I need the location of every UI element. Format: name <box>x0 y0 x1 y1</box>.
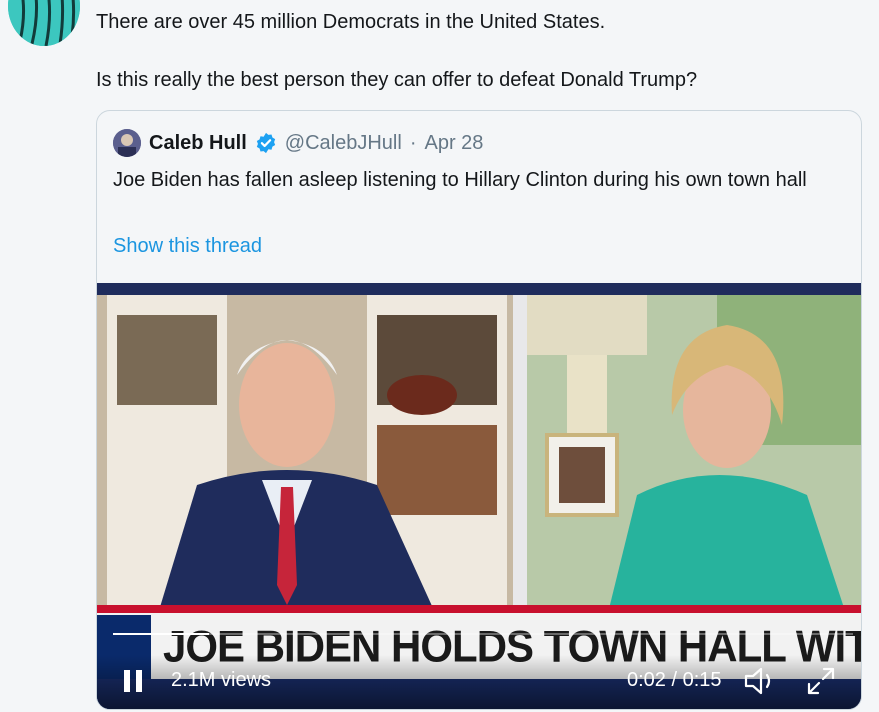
quoted-tweet-header: Caleb Hull @CalebJHull · Apr 28 <box>113 127 483 159</box>
duration: 0:15 <box>682 669 722 691</box>
pause-button[interactable] <box>119 667 147 695</box>
view-count: 2.1M views <box>171 669 272 691</box>
tweet-paragraph: There are over 45 million Democrats in t… <box>96 11 606 33</box>
tweet-paragraph: Is this really the best person they can … <box>96 69 698 91</box>
show-thread-link[interactable]: Show this thread <box>113 231 262 261</box>
verified-icon <box>255 132 277 154</box>
video-frame-left <box>97 295 513 617</box>
video-frame-right <box>527 295 861 617</box>
author-avatar[interactable] <box>8 0 80 46</box>
quoted-tweet-date[interactable]: Apr 28 <box>424 132 483 155</box>
video-progress-bar[interactable] <box>113 633 853 635</box>
fullscreen-button[interactable] <box>805 665 837 697</box>
volume-button[interactable] <box>743 665 779 697</box>
tweet-text: There are over 45 million Democrats in t… <box>96 8 856 95</box>
video-player[interactable]: JOE BIDEN HOLDS TOWN HALL WITH HILLARY C… <box>97 283 861 709</box>
fullscreen-icon <box>807 667 835 695</box>
quoted-tweet-text: Joe Biden has fallen asleep listening to… <box>113 169 807 191</box>
video-progress-fill <box>113 633 210 635</box>
quoted-author-name[interactable]: Caleb Hull <box>149 132 247 155</box>
video-time: 0:02 / 0:15 <box>627 669 722 692</box>
quoted-author-handle[interactable]: @CalebJHull <box>285 132 402 155</box>
pause-icon <box>124 670 142 692</box>
quoted-tweet-card[interactable]: Caleb Hull @CalebJHull · Apr 28 Joe Bide… <box>96 110 862 710</box>
volume-icon <box>744 667 771 695</box>
quoted-author-avatar[interactable] <box>113 129 141 157</box>
video-split-divider <box>513 295 527 617</box>
meta-separator: · <box>409 131 417 154</box>
current-time: 0:02 <box>627 669 666 691</box>
time-separator: / <box>671 669 678 691</box>
